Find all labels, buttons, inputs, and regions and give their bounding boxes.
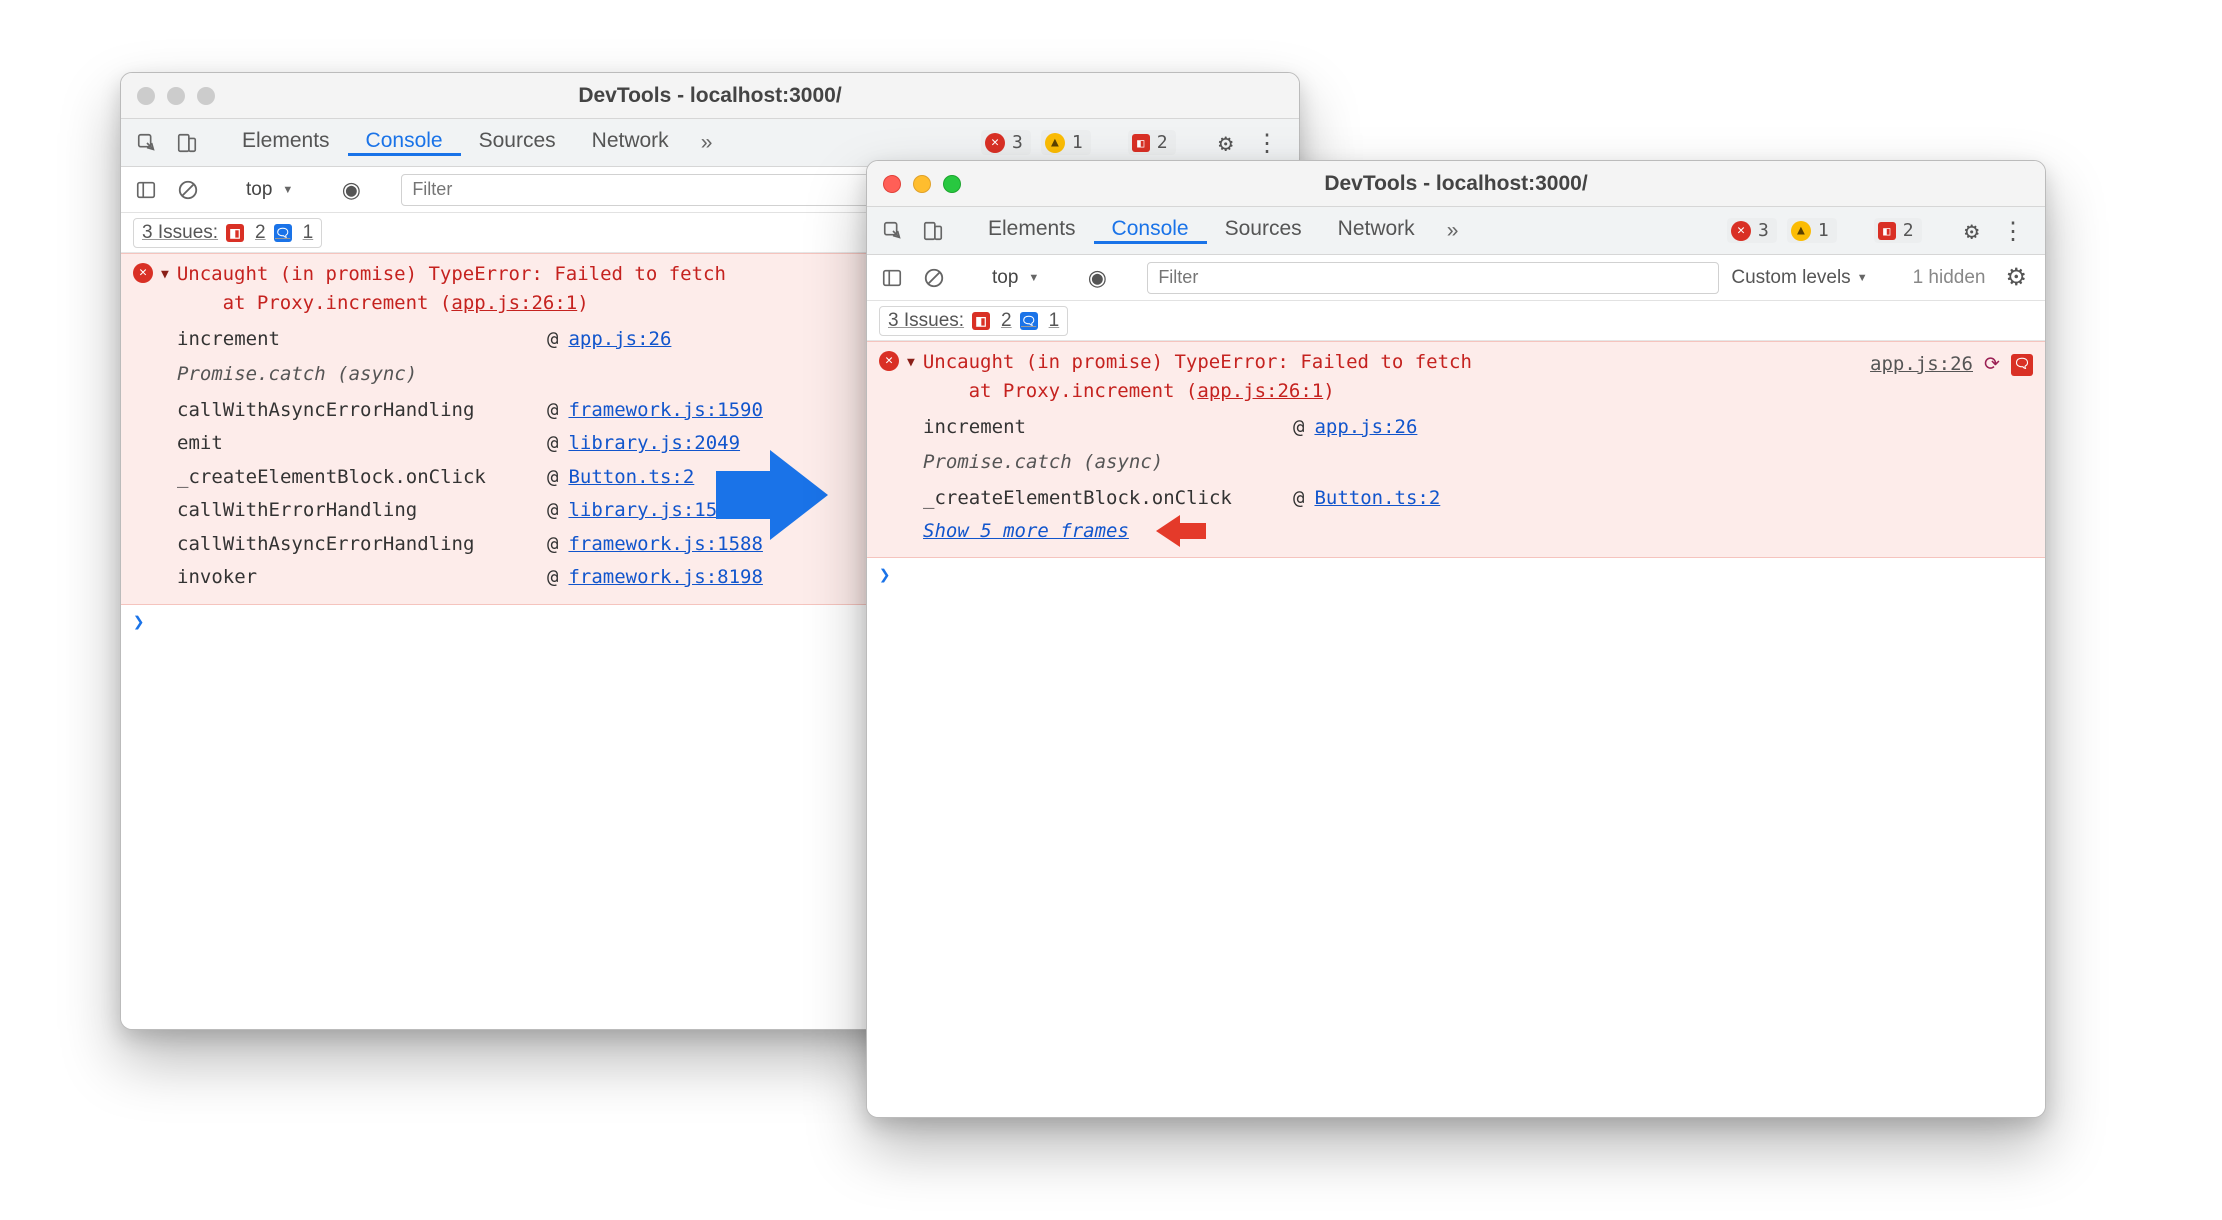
device-toolbar-icon[interactable] — [167, 132, 207, 154]
issues-badge[interactable]: ◧2 — [1128, 130, 1176, 155]
tabbar: Elements Console Sources Network » ✕3 ▲1… — [867, 207, 2045, 255]
warning-count-badge[interactable]: ▲1 — [1787, 218, 1837, 243]
more-tabs-icon[interactable]: » — [1433, 219, 1473, 243]
issues-row: 3 Issues: ◧2 🗨1 — [867, 301, 2045, 341]
stack-frame: increment@ app.js:26 — [879, 411, 2033, 444]
tab-network[interactable]: Network — [1320, 217, 1433, 244]
filter-input[interactable] — [1147, 262, 1719, 294]
tab-sources[interactable]: Sources — [1207, 217, 1320, 244]
source-link[interactable]: library.js:2049 — [568, 429, 740, 458]
hidden-count[interactable]: 1 hidden — [1913, 267, 1986, 289]
tab-sources[interactable]: Sources — [461, 129, 574, 156]
console-body: app.js:26 ⟳ 🗨 ✕ ▼ Uncaught (in promise) … — [867, 341, 2045, 1117]
titlebar: DevTools - localhost:3000/ — [867, 161, 2045, 207]
console-toolbar: top ◉ Custom levels 1 hidden ⚙ — [867, 255, 2045, 301]
clear-console-icon[interactable] — [917, 261, 951, 295]
source-link[interactable]: Button.ts:2 — [1314, 484, 1440, 513]
expand-toggle-icon[interactable]: ▼ — [907, 353, 915, 373]
window-maximize-icon[interactable] — [197, 87, 215, 105]
traffic-lights — [121, 87, 215, 105]
error-text: Uncaught (in promise) TypeError: Failed … — [177, 260, 726, 319]
tab-console[interactable]: Console — [348, 129, 461, 156]
devtools-window-right: DevTools - localhost:3000/ Elements Cons… — [866, 160, 2046, 1118]
window-close-icon[interactable] — [137, 87, 155, 105]
window-maximize-icon[interactable] — [943, 175, 961, 193]
live-expression-icon[interactable]: ◉ — [334, 173, 368, 207]
source-link[interactable]: library.js:1580 — [568, 496, 740, 525]
expand-toggle-icon[interactable]: ▼ — [161, 265, 169, 285]
tab-elements[interactable]: Elements — [224, 129, 348, 156]
issues-badge[interactable]: ◧2 — [1874, 218, 1922, 243]
toggle-sidebar-icon[interactable] — [129, 173, 163, 207]
window-title: DevTools - localhost:3000/ — [121, 84, 1299, 108]
reload-icon[interactable]: ⟳ — [1981, 354, 2003, 376]
traffic-lights — [867, 175, 961, 193]
select-element-icon[interactable] — [127, 132, 167, 154]
window-title: DevTools - localhost:3000/ — [867, 172, 2045, 196]
tab-console[interactable]: Console — [1094, 217, 1207, 244]
error-text: Uncaught (in promise) TypeError: Failed … — [923, 348, 1472, 407]
error-message: app.js:26 ⟳ 🗨 ✕ ▼ Uncaught (in promise) … — [867, 341, 2045, 558]
console-prompt[interactable]: ❯ — [867, 558, 2045, 592]
context-select[interactable]: top — [238, 175, 301, 205]
window-close-icon[interactable] — [883, 175, 901, 193]
source-link[interactable]: framework.js:8198 — [568, 563, 762, 592]
source-link[interactable]: Button.ts:2 — [568, 463, 694, 492]
menu-icon[interactable]: ⋮ — [1249, 129, 1285, 157]
titlebar: DevTools - localhost:3000/ — [121, 73, 1299, 119]
window-minimize-icon[interactable] — [167, 87, 185, 105]
device-toolbar-icon[interactable] — [913, 220, 953, 242]
toggle-sidebar-icon[interactable] — [875, 261, 909, 295]
clear-console-icon[interactable] — [171, 173, 205, 207]
source-link[interactable]: app.js:26 — [1870, 350, 1973, 379]
show-more-frames-link[interactable]: Show 5 more frames — [879, 515, 2033, 547]
error-count-badge[interactable]: ✕3 — [1727, 218, 1777, 243]
settings-icon[interactable]: ⚙ — [1213, 129, 1239, 157]
tab-network[interactable]: Network — [574, 129, 687, 156]
source-link[interactable]: app.js:26 — [568, 325, 671, 354]
window-minimize-icon[interactable] — [913, 175, 931, 193]
tab-elements[interactable]: Elements — [970, 217, 1094, 244]
stack-trace: increment@ app.js:26 Promise.catch (asyn… — [879, 411, 2033, 547]
source-link[interactable]: app.js:26 — [1314, 413, 1417, 442]
select-element-icon[interactable] — [873, 220, 913, 242]
issues-link[interactable]: 3 Issues: ◧2 🗨1 — [879, 306, 1068, 336]
stack-frame: _createElementBlock.onClick@ Button.ts:2 — [879, 482, 2033, 515]
arrow-left-icon — [1156, 515, 1180, 547]
source-link[interactable]: framework.js:1588 — [568, 530, 762, 559]
async-separator: Promise.catch (async) — [879, 444, 2033, 481]
menu-icon[interactable]: ⋮ — [1995, 217, 2031, 245]
context-select[interactable]: top — [984, 263, 1047, 293]
arrow-right-icon — [770, 450, 828, 540]
more-tabs-icon[interactable]: » — [687, 131, 727, 155]
error-source-badge: app.js:26 ⟳ 🗨 — [1870, 350, 2033, 379]
feedback-icon[interactable]: 🗨 — [2011, 354, 2033, 376]
console-settings-icon[interactable]: ⚙ — [1999, 263, 2033, 292]
error-count-badge[interactable]: ✕3 — [981, 130, 1031, 155]
source-link[interactable]: framework.js:1590 — [568, 396, 762, 425]
settings-icon[interactable]: ⚙ — [1959, 217, 1985, 245]
error-source-link[interactable]: app.js:26:1 — [451, 292, 577, 314]
live-expression-icon[interactable]: ◉ — [1080, 261, 1114, 295]
issues-link[interactable]: 3 Issues: ◧2 🗨1 — [133, 218, 322, 248]
error-icon: ✕ — [879, 351, 899, 371]
error-icon: ✕ — [133, 263, 153, 283]
warning-count-badge[interactable]: ▲1 — [1041, 130, 1091, 155]
error-source-link[interactable]: app.js:26:1 — [1197, 380, 1323, 402]
log-levels-select[interactable]: Custom levels — [1731, 267, 1867, 289]
